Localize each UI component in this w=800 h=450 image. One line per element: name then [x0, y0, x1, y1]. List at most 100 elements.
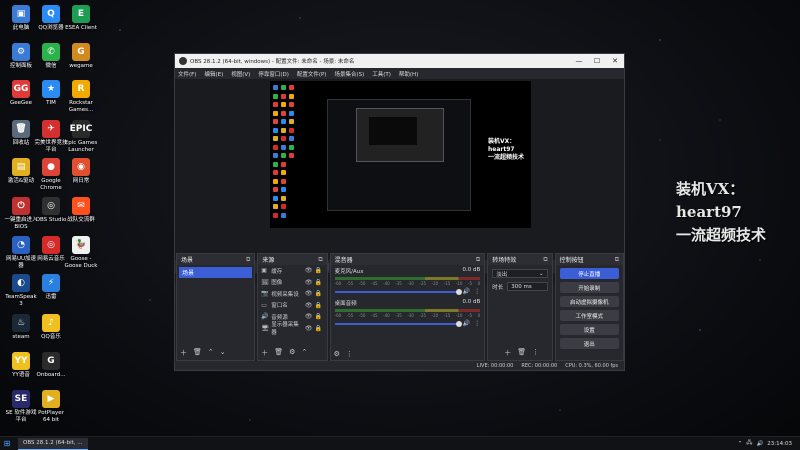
- volume-slider[interactable]: [334, 320, 463, 327]
- visibility-icon[interactable]: 👁: [304, 302, 314, 309]
- desktop-icon[interactable]: SE SE 软件游戏平台: [4, 390, 38, 423]
- desktop-icon-label: SE 软件游戏平台: [5, 410, 37, 423]
- lock-icon[interactable]: 🔒: [314, 302, 324, 309]
- dock-popout-icon[interactable]: ⧉: [476, 256, 480, 264]
- tray-chevron-icon[interactable]: ⌃: [738, 441, 743, 447]
- desktop-icon[interactable]: YY YY语音: [4, 352, 38, 379]
- desktop-icon[interactable]: ⚙ 控制面板: [4, 43, 38, 70]
- source-item[interactable]: ▣ 缓存 👁 🔒: [258, 265, 326, 277]
- desktop-icon[interactable]: ✆ 微信: [34, 43, 68, 70]
- start-button[interactable]: ⊞: [0, 439, 14, 448]
- desktop-icon[interactable]: 🦆 Goose - Goose Duck: [64, 236, 98, 269]
- remove-source-icon[interactable]: 🗑: [274, 348, 283, 358]
- move-up-icon[interactable]: ⌃: [208, 348, 214, 358]
- desktop-icon[interactable]: ◉ 网日常: [64, 158, 98, 185]
- desktop-icon[interactable]: EPIC Epic Games Launcher: [64, 120, 98, 153]
- transition-menu-icon[interactable]: ⋮: [532, 348, 539, 358]
- clock[interactable]: 23:14:03: [767, 441, 792, 447]
- start-virtual-camera-button[interactable]: 启动虚拟摄像机: [559, 296, 619, 307]
- lock-icon[interactable]: 🔒: [314, 279, 324, 286]
- preview-canvas[interactable]: 装机VX：heart97 一流超频技术: [270, 81, 531, 228]
- desktop-icon[interactable]: ◔ 网易UU加速器: [4, 236, 38, 269]
- slider-knob[interactable]: [456, 320, 463, 327]
- minimize-button[interactable]: —: [570, 57, 588, 65]
- track-menu-icon[interactable]: ⋮: [470, 320, 480, 327]
- desktop-icon[interactable]: ◐ TeamSpeak 3: [4, 274, 38, 307]
- volume-slider[interactable]: [334, 288, 463, 295]
- desktop-icon[interactable]: ⚡ 迅雷: [34, 274, 68, 301]
- desktop-icon[interactable]: Q QQ浏览器: [34, 5, 68, 32]
- lock-icon[interactable]: 🔒: [314, 290, 324, 297]
- desktop-icon[interactable]: R Rockstar Games...: [64, 80, 98, 113]
- visibility-icon[interactable]: 👁: [304, 325, 314, 332]
- source-item[interactable]: ▭ 窗口名 👁 🔒: [258, 300, 326, 312]
- start-recording-button[interactable]: 开始录制: [559, 282, 619, 293]
- visibility-icon[interactable]: 👁: [304, 279, 314, 286]
- taskbar-obs-item[interactable]: OBS 28.1.2 (64-bit, ...: [18, 437, 88, 450]
- desktop-icon[interactable]: ▶ PotPlayer 64 bit: [34, 390, 68, 423]
- settings-button[interactable]: 设置: [559, 324, 619, 335]
- add-source-icon[interactable]: ＋: [261, 348, 268, 358]
- mixer-menu-icon[interactable]: ⋮: [346, 350, 353, 358]
- exit-button[interactable]: 退出: [559, 338, 619, 349]
- obs-titlebar[interactable]: OBS 28.1.2 (64-bit, windows) - 配置文件: 未命名…: [175, 54, 624, 68]
- menu-edit[interactable]: 编辑(E): [204, 70, 223, 78]
- volume-icon[interactable]: 🔊: [756, 441, 763, 447]
- menu-tools[interactable]: 工具(T): [372, 70, 391, 78]
- visibility-icon[interactable]: 👁: [304, 313, 314, 320]
- menu-docks[interactable]: 停靠窗口(D): [258, 70, 289, 78]
- menu-file[interactable]: 文件(F): [178, 70, 196, 78]
- dock-popout-icon[interactable]: ⧉: [543, 256, 547, 264]
- desktop-icon[interactable]: ♨ steam: [4, 314, 38, 341]
- desktop-icon[interactable]: ◎ OBS Studio: [34, 197, 68, 224]
- nested-desktop-icon: [289, 127, 294, 133]
- menu-profile[interactable]: 配置文件(P): [297, 70, 327, 78]
- close-button[interactable]: ✕: [606, 57, 624, 65]
- move-up-icon[interactable]: ⌃: [301, 348, 307, 358]
- desktop-icon[interactable]: ▤ 激活&驱动: [4, 158, 38, 185]
- menu-view[interactable]: 视图(V): [231, 70, 250, 78]
- desktop-icon[interactable]: ◎ 网易云音乐: [34, 236, 68, 263]
- network-icon[interactable]: 🖧: [746, 439, 752, 448]
- source-item[interactable]: 🖥 显示器采集器 👁 🔒: [258, 322, 326, 336]
- add-transition-icon[interactable]: ＋: [504, 348, 511, 358]
- menu-scene-collection[interactable]: 场景集合(S): [334, 70, 364, 78]
- remove-scene-icon[interactable]: 🗑: [193, 348, 202, 358]
- visibility-icon[interactable]: 👁: [304, 267, 314, 274]
- track-menu-icon[interactable]: ⋮: [470, 288, 480, 295]
- dock-popout-icon[interactable]: ⧉: [615, 256, 619, 264]
- desktop-icon[interactable]: ⏻ 一键重启进入BIOS: [4, 197, 38, 230]
- slider-knob[interactable]: [456, 288, 463, 295]
- remove-transition-icon[interactable]: 🗑: [517, 348, 526, 358]
- scene-item[interactable]: 场景: [179, 267, 253, 278]
- desktop-icon[interactable]: GG GeeGee: [4, 80, 38, 107]
- desktop-icon[interactable]: 🗑 回收站: [4, 120, 38, 147]
- studio-mode-button[interactable]: 工作室模式: [559, 310, 619, 321]
- duration-input[interactable]: 300 ms: [507, 282, 548, 291]
- dock-popout-icon[interactable]: ⧉: [246, 256, 250, 264]
- visibility-icon[interactable]: 👁: [304, 290, 314, 297]
- lock-icon[interactable]: 🔒: [314, 313, 324, 320]
- add-scene-icon[interactable]: ＋: [180, 348, 187, 358]
- move-down-icon[interactable]: ⌄: [220, 348, 226, 358]
- dock-popout-icon[interactable]: ⧉: [318, 256, 322, 264]
- desktop-icon[interactable]: ● Google Chrome: [34, 158, 68, 191]
- source-props-icon[interactable]: ⚙: [289, 348, 295, 358]
- stop-streaming-button[interactable]: 停止直播: [559, 268, 619, 279]
- desktop-icon[interactable]: ★ TIM: [34, 80, 68, 107]
- desktop-icon[interactable]: E ESEA Client: [64, 5, 98, 32]
- desktop-icon[interactable]: G Onboard...: [34, 352, 68, 379]
- desktop-icon[interactable]: Gwegame: [64, 43, 98, 70]
- desktop-icon[interactable]: ▣ 此电脑: [4, 5, 38, 32]
- transition-select[interactable]: 淡出 ⌄: [492, 269, 548, 278]
- source-item[interactable]: 🖼 图像 👁 🔒: [258, 277, 326, 289]
- mixer-settings-icon[interactable]: ⚙: [334, 350, 340, 358]
- maximize-button[interactable]: ☐: [588, 57, 606, 65]
- desktop-icon[interactable]: ✉ 战队交流群: [64, 197, 98, 224]
- lock-icon[interactable]: 🔒: [314, 325, 324, 332]
- menu-help[interactable]: 帮助(H): [399, 70, 418, 78]
- desktop-icon[interactable]: ♪ QQ音乐: [34, 314, 68, 341]
- source-item[interactable]: 📷 视频采集设 👁 🔒: [258, 288, 326, 300]
- desktop-icon[interactable]: ✈ 完美世界竞技平台: [34, 120, 68, 153]
- lock-icon[interactable]: 🔒: [314, 267, 324, 274]
